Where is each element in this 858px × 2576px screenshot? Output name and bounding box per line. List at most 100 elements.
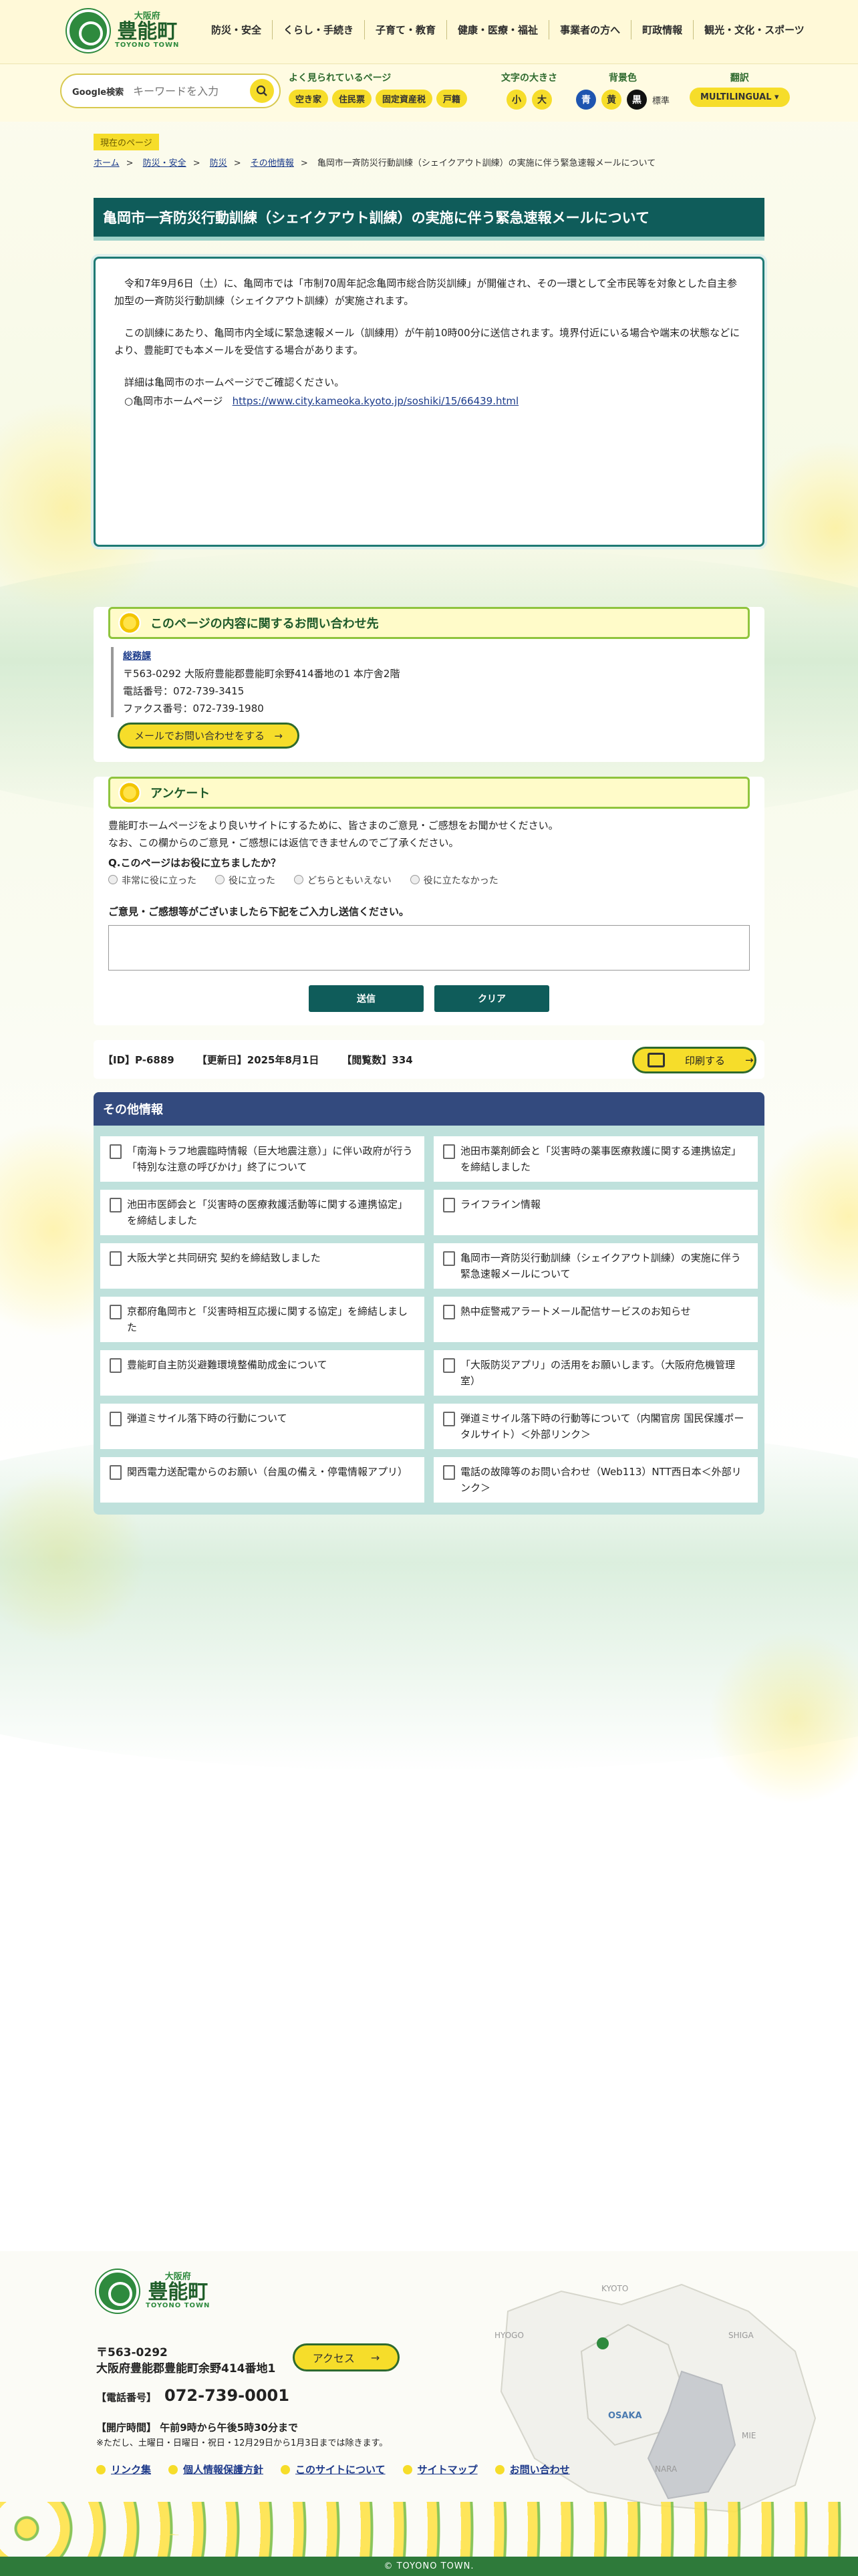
page-id: 【ID】P-6889 (103, 1053, 174, 1066)
popular-pages: よく見られているページ 空き家 住民票 固定資産税 戸籍 (289, 71, 468, 108)
printer-icon (648, 1053, 665, 1067)
popular-link[interactable]: 空き家 (289, 90, 329, 108)
footer-link[interactable]: お問い合わせ (495, 2462, 570, 2476)
breadcrumb-sonota[interactable]: その他情報 (251, 158, 294, 168)
bg-standard-button[interactable]: 標準 (652, 94, 670, 106)
contact-info: 総務課 〒563-0292 大阪府豊能郡豊能町余野414番地の1 本庁舎2階 電… (111, 647, 750, 717)
article-paragraph: 詳細は亀岡市のホームページでご確認ください。 (124, 376, 345, 388)
survey-option-radio[interactable]: 非常に役に立った (108, 874, 196, 887)
dandelion-decoration (755, 1123, 858, 1310)
contact-heading-text: このページの内容に関するお問い合わせ先 (150, 617, 379, 631)
bg-color-title: 背景色 (609, 73, 637, 84)
breadcrumb-bousai[interactable]: 防災 (210, 158, 227, 168)
clear-button[interactable]: クリア (434, 985, 549, 1012)
footer-tel-label: 【電話番号】 (96, 2392, 157, 2404)
map-label: HYOGO (494, 2331, 524, 2340)
other-info-link[interactable]: 京都府亀岡市と「災害時相互応援に関する協定」を締結しました (100, 1297, 424, 1342)
other-info-link[interactable]: 熱中症警戒アラートメール配信サービスのお知らせ (434, 1297, 758, 1342)
breadcrumb-current: 亀岡市一斉防災行動訓練（シェイクアウト訓練）の実施に伴う緊急速報メールについて (317, 158, 656, 168)
article-link-label: ○亀岡市ホームページ (124, 395, 223, 407)
footer-tel: 【電話番号】 072-739-0001 (96, 2386, 289, 2405)
nav-kurashi[interactable]: くらし・手続き (272, 20, 364, 39)
footer-link[interactable]: サイトマップ (403, 2462, 478, 2476)
breadcrumb-bousai-anzen[interactable]: 防災・安全 (143, 158, 186, 168)
other-info-link[interactable]: 豊能町自主防災避難環境整備助成金について (100, 1350, 424, 1396)
other-info-link[interactable]: 「大阪防災アプリ」の活用をお願いします。（大阪府危機管理室） (434, 1350, 758, 1396)
footer-link[interactable]: このサイトについて (281, 2462, 386, 2476)
footer-link[interactable]: リンク集 (96, 2462, 151, 2476)
print-label: 印刷する (685, 1054, 726, 1067)
arrow-right-icon: → (370, 2351, 380, 2364)
other-info-section: その他情報 「南海トラフ地震臨時情報（巨大地震注意）」に伴い政府が行う「特別な注… (94, 1092, 764, 1515)
footer-zip: 〒563-0292 (96, 2346, 168, 2359)
other-info-list: 「南海トラフ地震臨時情報（巨大地震注意）」に伴い政府が行う「特別な注意の呼びかけ… (94, 1126, 764, 1515)
survey-option-radio[interactable]: 役に立った (215, 874, 275, 887)
nav-chousei[interactable]: 町政情報 (631, 20, 693, 39)
header-toolbar: Google検索 よく見られているページ 空き家 住民票 固定資産税 戸籍 文字… (0, 64, 858, 122)
mail-inquiry-button[interactable]: メールでお問い合わせをする → (118, 723, 299, 749)
nav-jigyousha[interactable]: 事業者の方へ (549, 20, 631, 39)
nav-kankou[interactable]: 観光・文化・スポーツ (693, 20, 815, 39)
footer-link[interactable]: 個人情報保護方針 (168, 2462, 263, 2476)
breadcrumb: 現在のページ ホーム > 防災・安全 > 防災 > その他情報 > 亀岡市一斉防災行動訓… (94, 134, 656, 168)
translate-title: 翻訳 (730, 73, 749, 84)
other-info-link[interactable]: ライフライン情報 (434, 1190, 758, 1235)
other-info-link[interactable]: 池田市医師会と「災害時の医療救護活動等に関する連携協定」を締結しました (100, 1190, 424, 1235)
feedback-textarea[interactable] (108, 925, 750, 971)
contact-heading: このページの内容に関するお問い合わせ先 (108, 607, 750, 639)
other-info-link[interactable]: 弾道ミサイル落下時の行動等について（内閣官房 国民保護ポータルサイト）＜外部リン… (434, 1404, 758, 1449)
map-label: SHIGA (728, 2331, 754, 2340)
survey-question: Q.このページはお役に立ちましたか？ (108, 857, 281, 869)
survey-heading: アンケート (108, 777, 750, 809)
dandelion-decoration (748, 441, 858, 615)
survey-intro-1: 豊能町ホームページをより良いサイトにするために、皆さまのご意見・ご感想をお聞かせ… (108, 819, 559, 831)
site-logo[interactable]: 大阪府 豊能町 TOYONO TOWN (67, 9, 179, 52)
article-paragraph: 令和7年9月6日（土）に、亀岡市では「市制70周年記念亀岡市総合防災訓練」が開催… (114, 277, 737, 307)
nav-kosodate[interactable]: 子育て・教育 (364, 20, 446, 39)
kameoka-homepage-link[interactable]: https://www.city.kameoka.kyoto.jp/soshik… (233, 395, 519, 407)
popular-link[interactable]: 戸籍 (436, 90, 468, 108)
other-info-link[interactable]: 電話の故障等のお問い合わせ（Web113）NTT西日本＜外部リンク＞ (434, 1457, 758, 1503)
footer-tel-number: 072-739-0001 (164, 2386, 289, 2405)
contact-dept-link[interactable]: 総務課 (123, 651, 151, 662)
bg-blue-button[interactable]: 青 (576, 90, 596, 110)
survey-option-radio[interactable]: どちらともいえない (294, 874, 392, 887)
multilingual-button[interactable]: MULTILINGUAL ▾ (690, 88, 790, 107)
other-info-link[interactable]: 池田市薬剤師会と「災害時の薬事医療救護に関する連携協定」を締結しました (434, 1136, 758, 1182)
search-button[interactable] (250, 79, 274, 103)
other-info-link[interactable]: 亀岡市一斉防災行動訓練（シェイクアウト訓練）の実施に伴う緊急速報メールについて (434, 1243, 758, 1289)
copyright: © TOYONO TOWN. (0, 2557, 858, 2576)
footer-logo[interactable]: 大阪府 豊能町 TOYONO TOWN (96, 2270, 210, 2313)
other-info-link[interactable]: 関西電力送配電からのお願い（台風の備え・停電情報アプリ） (100, 1457, 424, 1503)
popular-link[interactable]: 住民票 (332, 90, 372, 108)
site-header: 大阪府 豊能町 TOYONO TOWN 防災・安全 くらし・手続き 子育て・教育… (0, 0, 858, 64)
font-large-button[interactable]: 大 (532, 90, 552, 110)
other-info-link[interactable]: 弾道ミサイル落下時の行動について (100, 1404, 424, 1449)
search-provider-label: Google検索 (72, 87, 124, 98)
search-input[interactable] (133, 84, 250, 98)
print-button[interactable]: 印刷する → (632, 1047, 756, 1073)
breadcrumb-home[interactable]: ホーム (94, 158, 120, 168)
other-info-link[interactable]: 「南海トラフ地震臨時情報（巨大地震注意）」に伴い政府が行う「特別な注意の呼びかけ… (100, 1136, 424, 1182)
logo-town-name: 豊能町 (117, 19, 178, 43)
article-paragraph: この訓練にあたり、亀岡市内全域に緊急速報メール（訓練用）が午前10時00分に送信… (114, 327, 740, 356)
bg-black-button[interactable]: 黒 (627, 90, 647, 110)
footer-links: リンク集 個人情報保護方針 このサイトについて サイトマップ お問い合わせ (96, 2462, 570, 2476)
font-small-button[interactable]: 小 (507, 90, 527, 110)
other-info-link[interactable]: 大阪大学と共同研究 契約を締結致しました (100, 1243, 424, 1289)
popular-link[interactable]: 固定資産税 (376, 90, 433, 108)
town-emblem-icon (67, 9, 110, 52)
footer-address: 〒563-0292 大阪府豊能郡豊能町余野414番地1 (96, 2345, 275, 2377)
town-emblem-icon (96, 2270, 139, 2313)
bg-yellow-button[interactable]: 黄 (601, 90, 621, 110)
footer-hours-note: ※ただし、土曜日・日曜日・祝日・12月29日から1月3日までは除きます。 (96, 2438, 388, 2448)
footer-address-line: 大阪府豊能郡豊能町余野414番地1 (96, 2362, 276, 2375)
nav-bousai[interactable]: 防災・安全 (200, 20, 272, 39)
map-label: KYOTO (601, 2284, 628, 2293)
nav-kenkou[interactable]: 健康・医療・福祉 (446, 20, 549, 39)
page: 大阪府 豊能町 TOYONO TOWN 防災・安全 くらし・手続き 子育て・教育… (0, 0, 858, 2576)
survey-option-radio[interactable]: 役に立たなかった (410, 874, 498, 887)
footer-hours-text: 【開庁時間】 午前9時から午後5時30分まで (96, 2422, 298, 2434)
access-button[interactable]: アクセス → (293, 2343, 400, 2371)
submit-button[interactable]: 送信 (309, 985, 424, 1012)
